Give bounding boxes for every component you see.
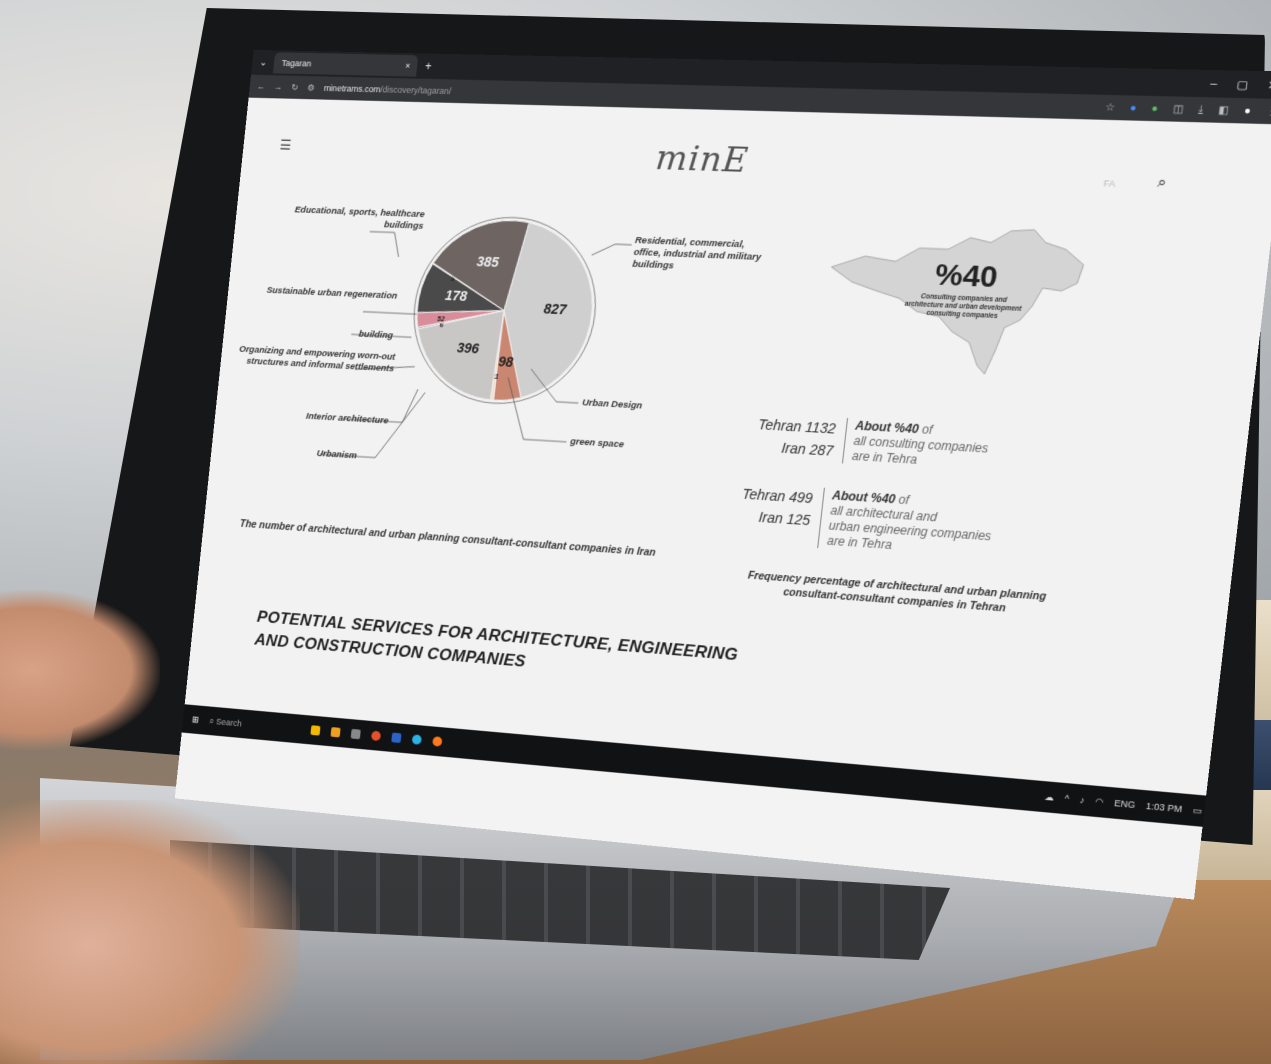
stat-text: of [897, 492, 910, 508]
download-icon[interactable]: ⤓ [1198, 104, 1204, 116]
hamburger-menu-icon[interactable]: ☰ [279, 137, 292, 154]
tray-chevron-icon[interactable]: ^ [1064, 793, 1070, 805]
tehran-map-shape: %40 Consulting companies and architectur… [810, 214, 1099, 400]
menu-kebab-icon[interactable]: ⋮ [1265, 106, 1271, 118]
site-info-icon[interactable]: ⚙ [307, 82, 315, 93]
profile-avatar-icon[interactable]: ● [1243, 105, 1251, 117]
notifications-icon[interactable]: ▭ [1192, 804, 1202, 816]
minimize-button[interactable]: – [1210, 77, 1218, 91]
tray-lang[interactable]: ENG [1114, 797, 1136, 810]
hand-finger [0, 590, 160, 750]
pie-value-label: 178 [444, 288, 468, 304]
firefox-icon[interactable] [431, 736, 443, 747]
tab-search-icon[interactable]: ⌄ [259, 57, 268, 68]
label-urbanism: Urbanism [316, 448, 358, 462]
site-logo[interactable]: minE [654, 138, 751, 181]
pie-caption: The number of architectural and urban pl… [239, 518, 657, 559]
pie-value-label: 827 [543, 301, 568, 317]
stat-left: Tehran 499 Iran 125 [719, 481, 814, 531]
system-tray: ☁ ^ ♪ ◠ ENG 1:03 PM ▭ [1044, 791, 1216, 818]
label-interior: Interior architecture [305, 411, 389, 427]
taskbar-app-icon[interactable] [309, 725, 321, 736]
tray-clock[interactable]: 1:03 PM [1145, 800, 1182, 815]
close-window-button[interactable]: ✕ [1267, 78, 1271, 92]
stat-left: Tehran 1132 Iran 287 [742, 412, 837, 461]
extensions-puzzle-icon[interactable]: ◫ [1172, 103, 1184, 115]
extension-icon[interactable]: ● [1151, 103, 1159, 115]
pie-callout-lines [185, 98, 1271, 796]
map-caption: Consulting companies and architecture an… [904, 293, 1022, 321]
label-organizing: Organizing and empowering worn-out struc… [238, 344, 396, 375]
pie-value-label: 396 [456, 341, 480, 357]
browser-tab[interactable]: Tagaran × [273, 52, 419, 77]
map-bottom-caption: Frequency percentage of architectural an… [747, 569, 1047, 615]
stat-text: of [921, 422, 934, 438]
bookmark-star-icon[interactable]: ☆ [1105, 102, 1116, 114]
sidebar-icon[interactable]: ◧ [1218, 104, 1230, 116]
maximize-button[interactable]: ▢ [1236, 77, 1249, 91]
search-icon[interactable]: ⌕ [1156, 174, 1167, 192]
windows-start-icon[interactable]: ⊞ [192, 714, 200, 725]
file-explorer-icon[interactable] [330, 727, 341, 738]
reload-icon[interactable]: ↻ [291, 82, 299, 93]
label-educational: Educational, sports, healthcare building… [294, 204, 426, 232]
services-heading: POTENTIAL SERVICES FOR ARCHITECTURE, ENG… [253, 605, 739, 691]
map-caption-box: Consulting companies and architecture an… [904, 293, 1022, 321]
url-field[interactable]: minetrams.com/discovery/tagaran/ [323, 83, 451, 96]
pie-value-label: 385 [476, 254, 500, 270]
pie-value-label: 52 [437, 316, 445, 323]
toolbar-icons: ☆ ● ● ◫ ⤓ ◧ ● ⋮ [1105, 102, 1271, 118]
back-icon[interactable]: ← [257, 82, 266, 92]
label-building: building [358, 328, 394, 342]
stat-iran: Iran 125 [757, 508, 812, 529]
web-page: ☰ minE FA ⌕ 827 98 11 396 6 52 178 3 385 Educati… [184, 97, 1271, 796]
label-green-space: green space [569, 436, 625, 451]
forward-icon[interactable]: → [274, 82, 283, 92]
tab-title: Tagaran [281, 58, 312, 69]
url-path: /discovery/tagaran/ [379, 84, 452, 97]
pie-value-label: 98 [498, 354, 515, 370]
wifi-icon[interactable]: ◠ [1095, 796, 1105, 808]
laptop-screen: ⌄ Tagaran × + – ▢ ✕ ← → ↻ ⚙ minetrams.co… [174, 49, 1271, 900]
taskbar-search[interactable]: ⌕ Search [209, 716, 300, 735]
label-urban-design: Urban Design [581, 397, 643, 412]
tab-close-icon[interactable]: × [405, 61, 411, 71]
stat-text: are in Tehra [826, 533, 893, 553]
chrome-icon[interactable] [370, 730, 381, 742]
photoshop-icon[interactable] [390, 732, 402, 743]
new-tab-icon[interactable]: + [424, 59, 432, 73]
extension-shield-icon[interactable]: ● [1129, 102, 1137, 114]
label-residential: Residential, commercial, office, industr… [631, 235, 762, 272]
stat-iran: Iran 287 [780, 439, 835, 459]
window-controls: – ▢ ✕ [1210, 77, 1271, 92]
pie-chart-svg: 82798113966521783385 [400, 209, 611, 413]
edge-icon[interactable] [411, 734, 422, 745]
hand [0, 800, 300, 1064]
pie-chart: 827 98 11 396 6 52 178 3 385 [400, 209, 611, 413]
callout-line [367, 232, 401, 257]
tehran-map: %40 Consulting companies and architectur… [810, 214, 1099, 400]
volume-icon[interactable]: ♪ [1079, 794, 1085, 806]
label-sustainable: Sustainable urban regeneration [266, 285, 398, 302]
language-switch[interactable]: FA [1103, 178, 1116, 189]
stat-right: About %40 of all architectural and urban… [817, 487, 1008, 561]
map-percent: %40 [933, 258, 999, 294]
stat-text: are in Tehra [851, 448, 918, 467]
browser-window: ⌄ Tagaran × + – ▢ ✕ ← → ↻ ⚙ minetrams.co… [174, 49, 1271, 900]
task-view-icon[interactable] [350, 728, 361, 740]
stat-right: About %40 of all consulting companies ar… [841, 417, 1032, 475]
url-host: minetrams.com [323, 83, 381, 95]
taskbar-search-label: Search [215, 716, 243, 728]
weather-cloud-icon[interactable]: ☁ [1044, 791, 1055, 803]
